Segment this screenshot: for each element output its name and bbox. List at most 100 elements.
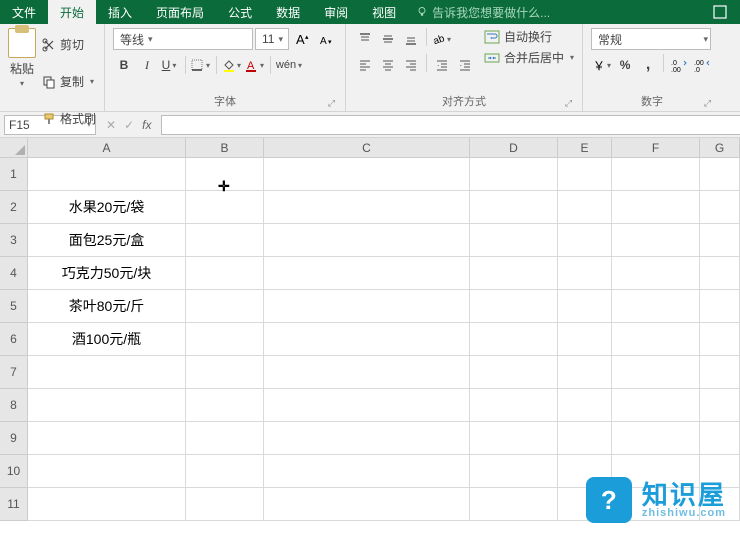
row-header[interactable]: 9 <box>0 422 28 455</box>
cut-button[interactable]: 剪切 <box>42 28 96 61</box>
cell-C3[interactable] <box>264 224 470 257</box>
align-launcher[interactable]: ⤢ <box>565 98 572 109</box>
cell-E8[interactable] <box>558 389 612 422</box>
cell-A1[interactable] <box>28 158 186 191</box>
cell-F5[interactable] <box>612 290 700 323</box>
cell-D3[interactable] <box>470 224 558 257</box>
cell-D10[interactable] <box>470 455 558 488</box>
cell-B7[interactable] <box>186 356 264 389</box>
tell-me-search[interactable]: 告诉我您想要做什么... <box>408 0 558 24</box>
cell-F9[interactable] <box>612 422 700 455</box>
wrap-text-button[interactable]: 自动换行 <box>484 28 574 45</box>
cell-C7[interactable] <box>264 356 470 389</box>
cell-C4[interactable] <box>264 257 470 290</box>
merge-center-button[interactable]: 合并后居中▾ <box>484 49 574 66</box>
percent-button[interactable]: % <box>614 54 636 76</box>
cell-C11[interactable] <box>264 488 470 521</box>
cell-G7[interactable] <box>700 356 740 389</box>
tab-home[interactable]: 开始 <box>48 0 96 24</box>
cell-D11[interactable] <box>470 488 558 521</box>
row-header[interactable]: 11 <box>0 488 28 521</box>
cell-A8[interactable] <box>28 389 186 422</box>
align-right-button[interactable] <box>400 54 422 76</box>
accounting-format-button[interactable]: ￥▾ <box>591 54 613 76</box>
cell-D9[interactable] <box>470 422 558 455</box>
cell-A11[interactable] <box>28 488 186 521</box>
orientation-button[interactable]: ab▾ <box>431 28 453 50</box>
cell-A2[interactable]: 水果20元/袋 <box>28 191 186 224</box>
cell-G6[interactable] <box>700 323 740 356</box>
increase-font-button[interactable]: A▴ <box>291 28 313 50</box>
cell-C10[interactable] <box>264 455 470 488</box>
tab-page-layout[interactable]: 页面布局 <box>144 0 216 24</box>
align-center-button[interactable] <box>377 54 399 76</box>
cell-G3[interactable] <box>700 224 740 257</box>
row-header[interactable]: 3 <box>0 224 28 257</box>
cell-E7[interactable] <box>558 356 612 389</box>
row-header[interactable]: 7 <box>0 356 28 389</box>
underline-button[interactable]: U▾ <box>159 54 181 76</box>
formula-input[interactable] <box>161 115 740 135</box>
cell-B9[interactable] <box>186 422 264 455</box>
cell-D2[interactable] <box>470 191 558 224</box>
col-header-c[interactable]: C <box>264 138 470 157</box>
align-bottom-button[interactable] <box>400 28 422 50</box>
cell-E1[interactable] <box>558 158 612 191</box>
col-header-g[interactable]: G <box>700 138 740 157</box>
row-header[interactable]: 1 <box>0 158 28 191</box>
cell-G2[interactable] <box>700 191 740 224</box>
cell-A4[interactable]: 巧克力50元/块 <box>28 257 186 290</box>
comma-button[interactable]: , <box>637 54 659 76</box>
cell-A7[interactable] <box>28 356 186 389</box>
col-header-f[interactable]: F <box>612 138 700 157</box>
cell-A5[interactable]: 茶叶80元/斤 <box>28 290 186 323</box>
cell-C6[interactable] <box>264 323 470 356</box>
cell-D8[interactable] <box>470 389 558 422</box>
font-launcher[interactable]: ⤢ <box>328 98 335 109</box>
align-middle-button[interactable] <box>377 28 399 50</box>
cell-E5[interactable] <box>558 290 612 323</box>
cell-B2[interactable] <box>186 191 264 224</box>
cell-G1[interactable] <box>700 158 740 191</box>
fill-color-button[interactable]: ▾ <box>221 54 243 76</box>
cell-F6[interactable] <box>612 323 700 356</box>
cell-B11[interactable] <box>186 488 264 521</box>
row-header[interactable]: 8 <box>0 389 28 422</box>
cell-B10[interactable] <box>186 455 264 488</box>
cell-B6[interactable] <box>186 323 264 356</box>
cell-B4[interactable] <box>186 257 264 290</box>
cell-E3[interactable] <box>558 224 612 257</box>
italic-button[interactable]: I <box>136 54 158 76</box>
align-left-button[interactable] <box>354 54 376 76</box>
font-color-button[interactable]: A▾ <box>244 54 266 76</box>
tab-view[interactable]: 视图 <box>360 0 408 24</box>
bold-button[interactable]: B <box>113 54 135 76</box>
cancel-formula-button[interactable]: ✕ <box>106 118 116 132</box>
tab-file[interactable]: 文件 <box>0 0 48 24</box>
cell-E4[interactable] <box>558 257 612 290</box>
tab-insert[interactable]: 插入 <box>96 0 144 24</box>
select-all-corner[interactable] <box>0 138 28 157</box>
cell-A10[interactable] <box>28 455 186 488</box>
cell-B8[interactable] <box>186 389 264 422</box>
cell-F7[interactable] <box>612 356 700 389</box>
tab-review[interactable]: 审阅 <box>312 0 360 24</box>
decrease-font-button[interactable]: A▾ <box>315 28 337 50</box>
row-header[interactable]: 5 <box>0 290 28 323</box>
cell-C1[interactable] <box>264 158 470 191</box>
cell-F2[interactable] <box>612 191 700 224</box>
cell-E9[interactable] <box>558 422 612 455</box>
enter-formula-button[interactable]: ✓ <box>124 118 134 132</box>
cell-C5[interactable] <box>264 290 470 323</box>
cell-G9[interactable] <box>700 422 740 455</box>
cell-D4[interactable] <box>470 257 558 290</box>
col-header-b[interactable]: B <box>186 138 264 157</box>
cell-E2[interactable] <box>558 191 612 224</box>
cell-G8[interactable] <box>700 389 740 422</box>
cell-D6[interactable] <box>470 323 558 356</box>
number-format-combo[interactable]: 常规▾ <box>591 28 711 50</box>
cell-D7[interactable] <box>470 356 558 389</box>
cell-G5[interactable] <box>700 290 740 323</box>
font-name-combo[interactable]: 等线▾ <box>113 28 253 50</box>
number-launcher[interactable]: ⤢ <box>704 98 711 109</box>
